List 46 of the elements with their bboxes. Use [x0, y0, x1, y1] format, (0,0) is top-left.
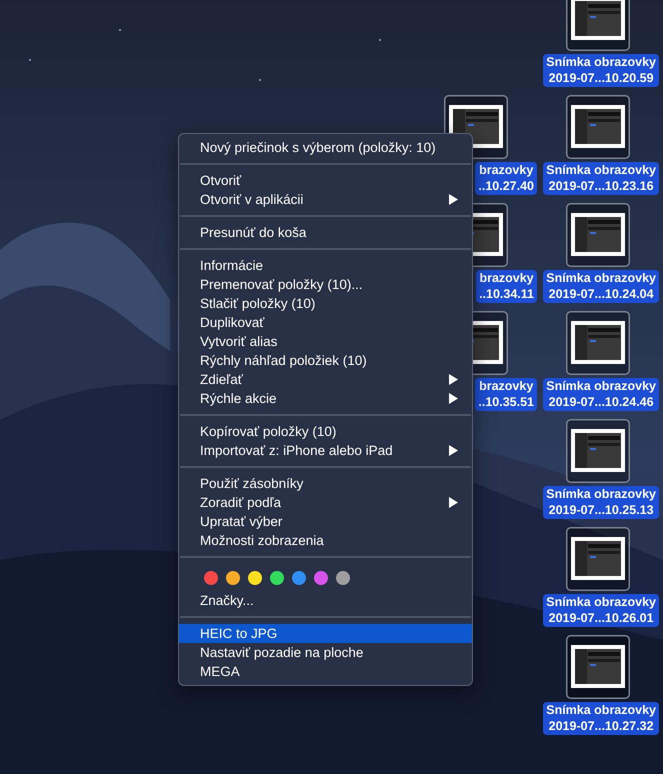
menu-item[interactable]: Rýchle akcie: [179, 389, 472, 408]
file-icon[interactable]: [566, 419, 630, 483]
menu-item[interactable]: Importovať z: iPhone alebo iPad: [179, 441, 472, 460]
menu-item[interactable]: Nový priečinok s výberom (položky: 10): [179, 138, 472, 157]
file-name[interactable]: Snímka obrazovky 2019-07...10.20.59: [543, 54, 659, 87]
menu-item[interactable]: Otvoriť: [179, 171, 472, 190]
file-name[interactable]: Snímka obrazovky 2019-07...10.23.16: [543, 162, 659, 195]
tag-color-dot[interactable]: [270, 571, 284, 585]
file-name[interactable]: Snímka obrazovky 2019-07...10.27.32: [543, 702, 659, 735]
menu-item[interactable]: Kopírovať položky (10): [179, 422, 472, 441]
menu-item[interactable]: Zoradiť podľa: [179, 493, 472, 512]
menu-item[interactable]: Nastaviť pozadie na ploche: [179, 643, 472, 662]
tag-color-dot[interactable]: [248, 571, 262, 585]
file-name[interactable]: Snímka obrazovky 2019-07...10.24.04: [543, 270, 659, 303]
menu-item[interactable]: Informácie: [179, 256, 472, 275]
menu-item[interactable]: Otvoriť v aplikácii: [179, 190, 472, 209]
file-name[interactable]: Snímka obrazovky 2019-07...10.26.01: [543, 594, 659, 627]
menu-item[interactable]: Možnosti zobrazenia: [179, 531, 472, 550]
file-icon[interactable]: [566, 95, 630, 159]
menu-item[interactable]: Stlačiť položky (10): [179, 294, 472, 313]
file-icon[interactable]: [566, 311, 630, 375]
tag-color-dot[interactable]: [292, 571, 306, 585]
file-name[interactable]: Snímka obrazovky 2019-07...10.25.13: [543, 486, 659, 519]
menu-item[interactable]: Presunúť do koša: [179, 223, 472, 242]
tag-color-dot[interactable]: [226, 571, 240, 585]
file-icon[interactable]: [566, 635, 630, 699]
menu-item[interactable]: Vytvoriť alias: [179, 332, 472, 351]
menu-item[interactable]: Duplikovať: [179, 313, 472, 332]
menu-item[interactable]: Rýchly náhľad položiek (10): [179, 351, 472, 370]
file-name[interactable]: brazovky ..10.27.40: [475, 162, 537, 195]
menu-item[interactable]: Upratať výber: [179, 512, 472, 531]
menu-item[interactable]: Zdieľať: [179, 370, 472, 389]
tag-color-dot[interactable]: [204, 571, 218, 585]
file-icon[interactable]: [566, 527, 630, 591]
file-name[interactable]: Snímka obrazovky 2019-07...10.24.46: [543, 378, 659, 411]
menu-item[interactable]: MEGA: [179, 662, 472, 681]
tag-color-dot[interactable]: [336, 571, 350, 585]
file-icon[interactable]: [566, 0, 630, 51]
menu-item[interactable]: Premenovať položky (10)...: [179, 275, 472, 294]
file-icon[interactable]: [566, 203, 630, 267]
menu-item[interactable]: HEIC to JPG: [179, 624, 472, 643]
menu-item[interactable]: Použiť zásobníky: [179, 474, 472, 493]
menu-item[interactable]: Značky...: [179, 591, 472, 610]
tag-color-dot[interactable]: [314, 571, 328, 585]
file-name[interactable]: brazovky ..10.34.11: [476, 270, 537, 303]
file-name[interactable]: brazovky ..10.35.51: [475, 378, 537, 411]
